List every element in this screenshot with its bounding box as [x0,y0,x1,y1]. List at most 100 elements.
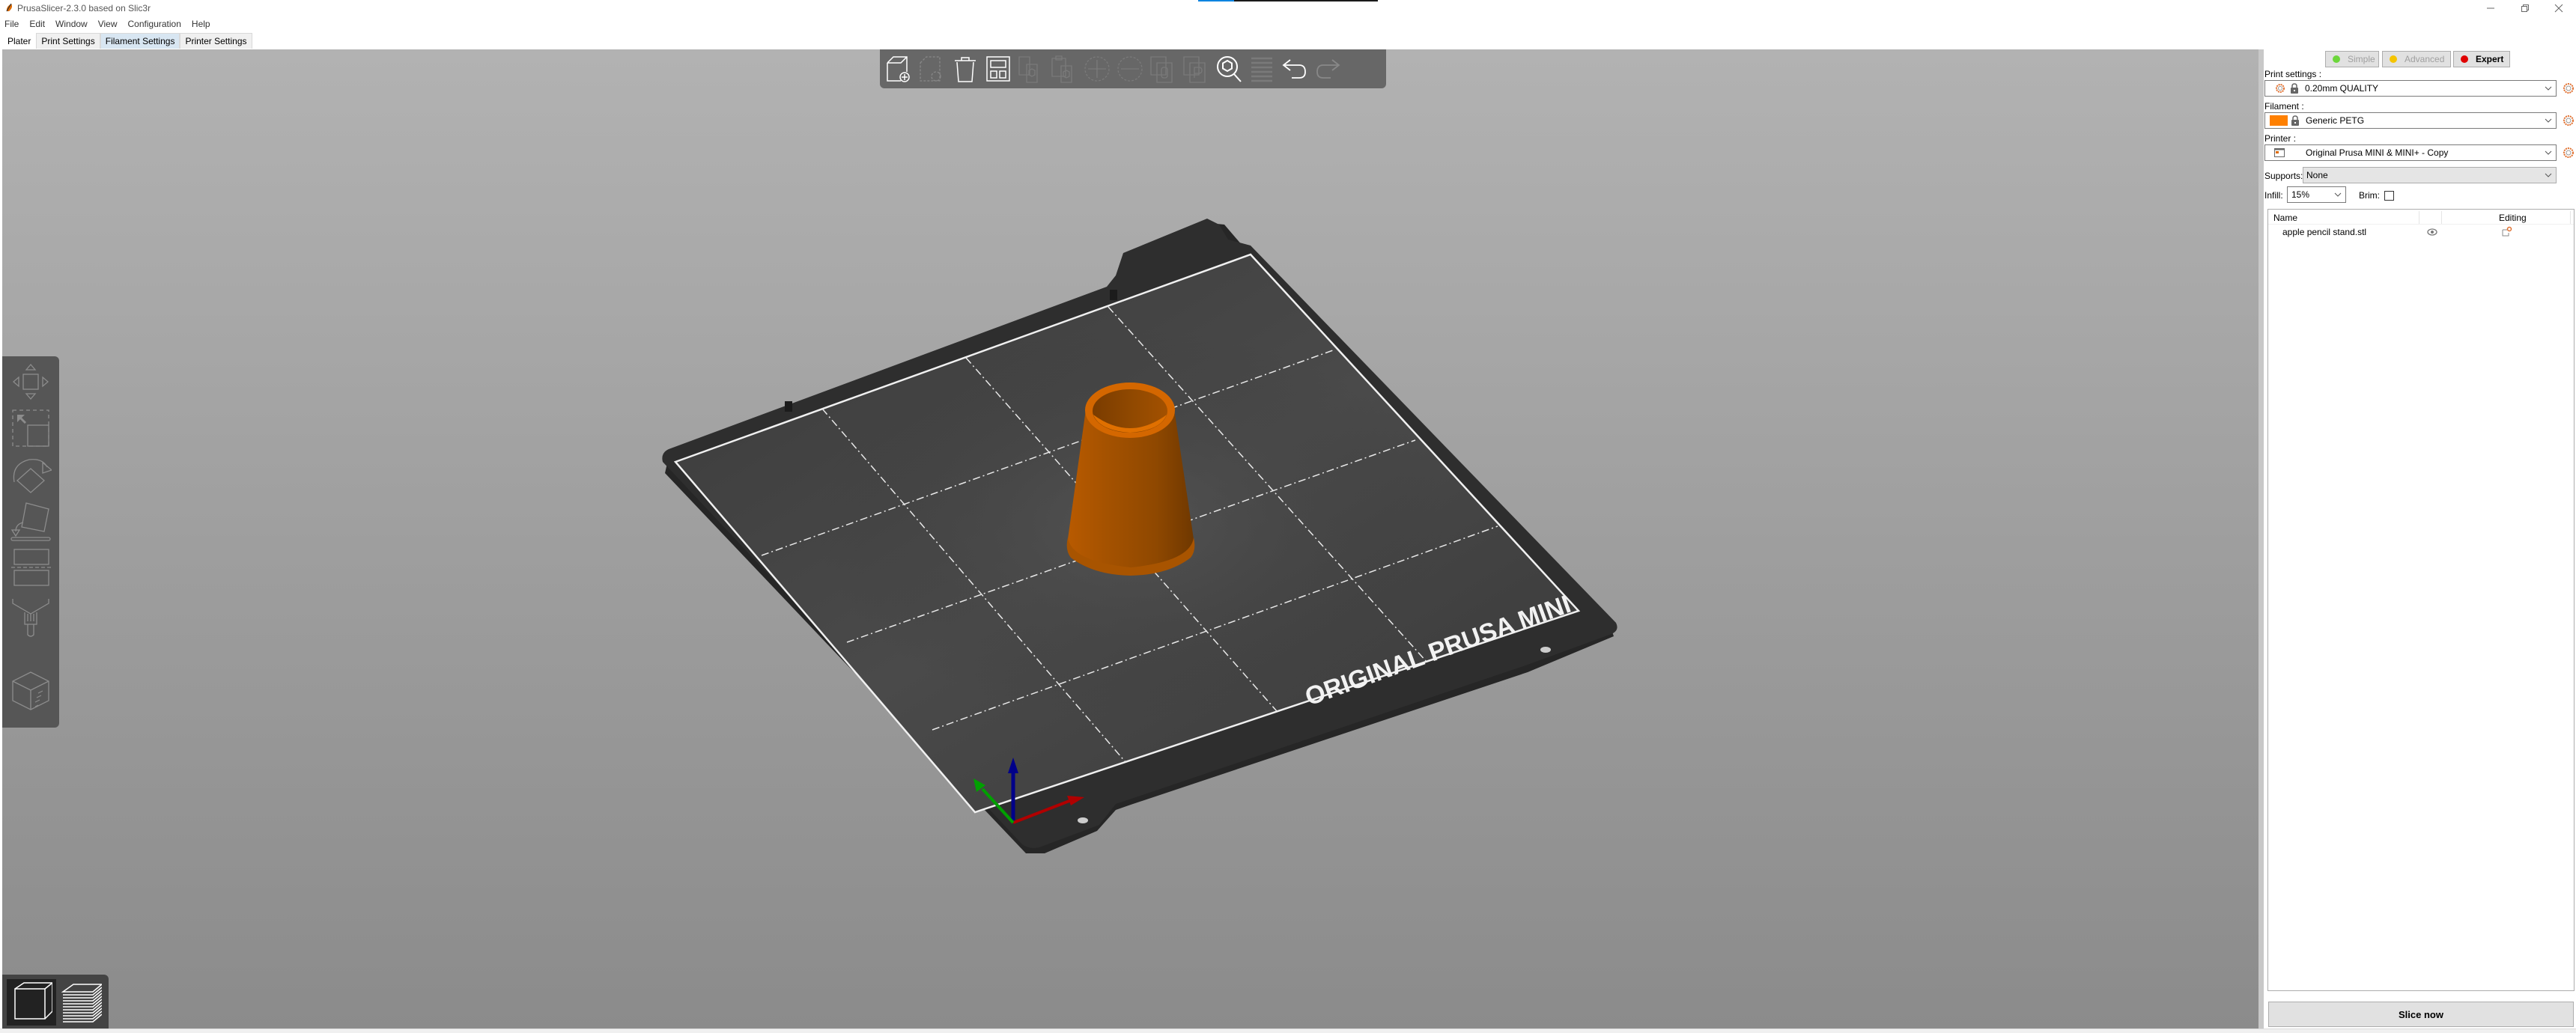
advanced-mode-dot-icon [2390,55,2397,63]
prusaslicer-logo-icon [6,3,12,12]
menu-help[interactable]: Help [192,19,210,29]
menu-configuration[interactable]: Configuration [128,19,181,29]
minimize-button[interactable] [2473,0,2508,16]
paste-button[interactable] [1048,52,1081,85]
column-separator [2570,211,2571,224]
menu-view[interactable]: View [98,19,118,29]
print-settings-gear-icon[interactable] [2563,82,2575,94]
undo-button[interactable] [1278,52,1311,85]
cut-tool[interactable] [7,545,55,590]
copy-icon [1018,56,1038,83]
bed-pin [1110,290,1117,300]
chevron-down-icon [2545,173,2552,177]
split-parts-button[interactable] [1179,52,1212,85]
eye-icon[interactable] [2427,228,2437,236]
title-bar: PrusaSlicer-2.3.0 based on Slic3r [0,0,2576,16]
seam-painting-icon [12,671,49,710]
3d-view-button[interactable] [7,979,56,1026]
filament-gear-icon[interactable] [2563,115,2575,127]
minimize-icon [2487,7,2494,9]
printer-label: Printer : [2264,133,2297,144]
add-button[interactable] [883,52,916,85]
tab-printer-settings[interactable]: Printer Settings [180,33,252,49]
close-button[interactable] [2542,0,2576,16]
print-settings-value: 0.20mm QUALITY [2305,83,2379,94]
paint-supports-tool[interactable] [7,594,55,639]
supports-value: None [2306,170,2328,180]
chevron-down-icon [2334,192,2342,197]
slice-now-button[interactable]: Slice now [2268,1002,2574,1027]
chevron-down-icon [2545,118,2552,123]
sidebar-splitter[interactable] [2258,49,2264,1029]
edit-settings-icon[interactable] [2502,226,2512,237]
lock-icon [2291,115,2299,126]
move-icon [13,364,49,400]
column-editing[interactable]: Editing [2499,213,2527,223]
split-objects-icon [1150,56,1173,83]
tab-filament-settings[interactable]: Filament Settings [100,33,180,49]
seam-painting-tool[interactable] [7,668,55,713]
menu-window[interactable]: Window [55,19,88,29]
preview-button[interactable] [56,979,106,1026]
printer-gear-icon[interactable] [2563,147,2575,159]
printer-preset-icon [2274,148,2285,157]
preview-layers-icon [61,984,102,1023]
object-list-header: Name Editing [2268,210,2574,225]
menu-edit[interactable]: Edit [29,19,45,29]
redo-icon [1316,59,1340,79]
restore-icon [2521,4,2529,12]
place-on-face-icon [10,502,51,541]
add-instance-button[interactable] [1081,52,1114,85]
undo-icon [1282,59,1306,79]
move-tool[interactable] [7,359,55,404]
bed-hole [1078,817,1088,823]
window-title: PrusaSlicer-2.3.0 based on Slic3r [17,3,151,13]
expert-mode-dot-icon [2461,55,2468,63]
system-preset-gear-icon [2276,84,2285,93]
lock-icon [2291,83,2298,94]
status-bar [0,1029,2576,1033]
scale-tool[interactable] [7,406,55,451]
menu-file[interactable]: File [4,19,19,29]
bed-pin [785,401,792,412]
sidebar: Simple Advanced Expert Print settings : … [2264,49,2576,1033]
remove-instance-button[interactable] [1114,52,1146,85]
place-on-face-tool[interactable] [7,499,55,543]
filament-value: Generic PETG [2306,115,2365,126]
paint-supports-icon [12,599,49,637]
supports-label: Supports: [2264,171,2303,181]
object-row[interactable]: apple pencil stand.stl [2268,225,2574,240]
3d-scene[interactable]: ORIGINAL PRUSA MINI [2,49,2258,1029]
search-icon [1217,56,1242,82]
supports-combo[interactable]: None [2303,167,2557,183]
tab-print-settings[interactable]: Print Settings [36,33,100,49]
column-name[interactable]: Name [2273,213,2297,223]
print-settings-combo[interactable]: 0.20mm QUALITY [2264,80,2557,97]
filament-combo[interactable]: Generic PETG [2264,112,2557,129]
layers-editing-button[interactable] [1245,52,1278,85]
filament-color-swatch [2270,115,2288,126]
copy-button[interactable] [1015,52,1048,85]
mode-advanced-label: Advanced [2405,54,2445,64]
rotate-tool[interactable] [7,452,55,497]
printer-combo[interactable]: Original Prusa MINI & MINI+ - Copy [2264,144,2557,161]
split-objects-button[interactable] [1146,52,1179,85]
object-name: apple pencil stand.stl [2282,227,2367,237]
chevron-down-icon [2545,150,2552,155]
3d-viewport[interactable]: ORIGINAL PRUSA MINI [2,49,2258,1029]
tab-plater[interactable]: Plater [2,32,37,49]
mode-simple-button[interactable]: Simple [2325,51,2379,67]
mode-expert-button[interactable]: Expert [2453,51,2510,67]
restore-button[interactable] [2508,0,2542,16]
gizmo-toolbar [2,356,59,728]
simple-mode-dot-icon [2333,55,2340,63]
mode-advanced-button[interactable]: Advanced [2382,51,2451,67]
progress-fill [1198,0,1234,1]
delete-button[interactable] [916,52,949,85]
infill-combo[interactable]: 15% [2287,186,2346,203]
search-button[interactable] [1212,52,1245,85]
delete-all-button[interactable] [949,52,982,85]
redo-button[interactable] [1311,52,1344,85]
arrange-button[interactable] [982,52,1015,85]
brim-checkbox[interactable] [2384,191,2394,201]
